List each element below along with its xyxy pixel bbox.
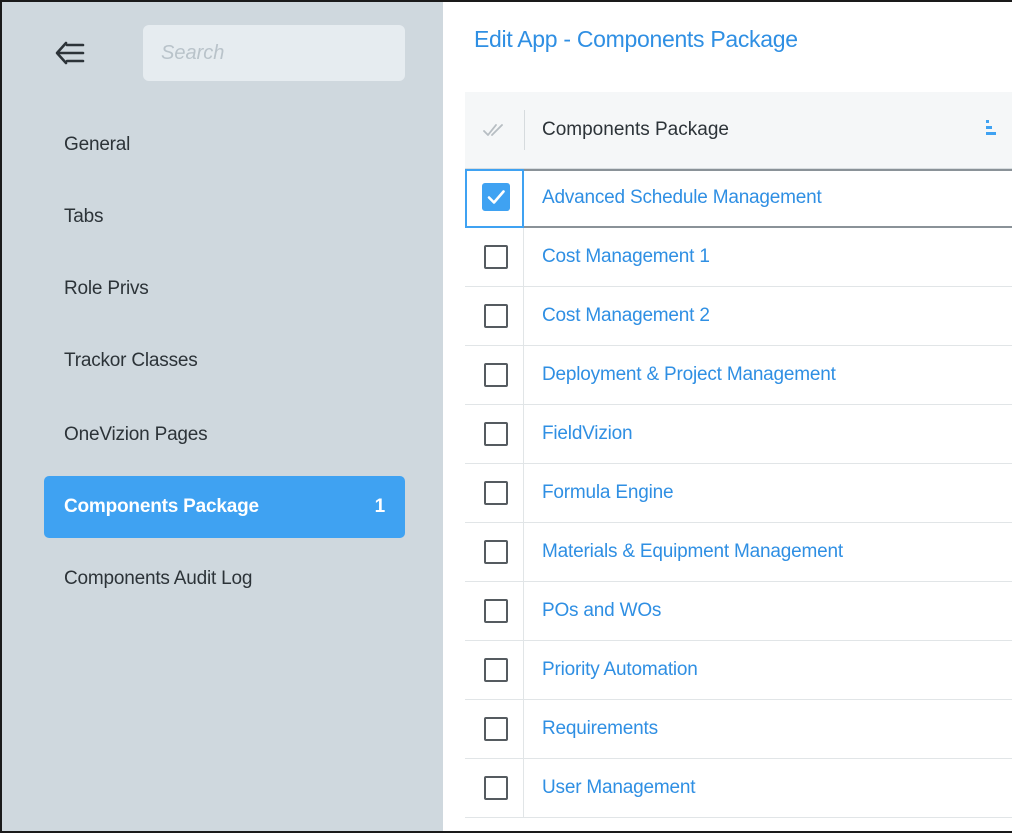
sidebar-item-label: Tabs — [64, 206, 104, 227]
count-badge: 1 — [374, 496, 386, 517]
sidebar: General Tabs Role Privs Trackor Classes … — [2, 2, 443, 831]
row-checkbox[interactable] — [484, 422, 508, 446]
component-link[interactable]: Priority Automation — [542, 641, 698, 699]
row-checkbox[interactable] — [484, 599, 508, 623]
row-checkbox[interactable] — [484, 304, 508, 328]
table-row[interactable]: POs and WOs — [465, 582, 1012, 641]
component-link[interactable]: Formula Engine — [542, 464, 674, 522]
component-link[interactable]: Advanced Schedule Management — [542, 169, 822, 227]
checkmark-icon — [487, 190, 505, 204]
sidebar-item-general[interactable]: General — [44, 114, 405, 176]
grid-header: Components Package — [465, 92, 1012, 169]
sidebar-item-label: OneVizion Pages — [64, 424, 208, 445]
table-row[interactable]: Formula Engine — [465, 464, 1012, 523]
select-all-toggle[interactable] — [465, 92, 524, 168]
component-link[interactable]: Cost Management 2 — [542, 287, 710, 345]
component-link[interactable]: POs and WOs — [542, 582, 661, 640]
sidebar-item-label: General — [64, 134, 131, 155]
arrow-left-icon — [55, 41, 85, 65]
table-row[interactable]: FieldVizion — [465, 405, 1012, 464]
table-row[interactable]: User Management — [465, 759, 1012, 818]
search-input[interactable] — [143, 25, 405, 81]
sidebar-item-trackor-classes[interactable]: Trackor Classes — [44, 330, 405, 392]
component-link[interactable]: Cost Management 1 — [542, 228, 710, 286]
column-divider — [524, 110, 525, 150]
table-row[interactable]: Priority Automation — [465, 641, 1012, 700]
sidebar-item-components-package[interactable]: Components Package 1 — [44, 476, 405, 538]
app-window: General Tabs Role Privs Trackor Classes … — [0, 0, 1012, 833]
components-grid: Components Package Advanced Schedule Man… — [465, 92, 1012, 818]
column-header-components-package[interactable]: Components Package — [542, 92, 729, 168]
table-row[interactable]: Cost Management 2 — [465, 287, 1012, 346]
table-row[interactable]: Advanced Schedule Management — [465, 169, 1012, 228]
sidebar-item-onevizion-pages[interactable]: OneVizion Pages — [44, 404, 405, 466]
collapse-sidebar-button[interactable] — [54, 40, 86, 66]
row-checkbox[interactable] — [484, 776, 508, 800]
component-link[interactable]: Materials & Equipment Management — [542, 523, 843, 581]
row-checkbox[interactable] — [484, 363, 508, 387]
row-checkbox[interactable] — [484, 481, 508, 505]
row-checkbox[interactable] — [484, 245, 508, 269]
sidebar-item-label: Components Package — [64, 496, 259, 517]
sidebar-item-label: Trackor Classes — [64, 350, 198, 371]
row-checkbox[interactable] — [484, 658, 508, 682]
table-row[interactable]: Cost Management 1 — [465, 228, 1012, 287]
sidebar-item-label: Components Audit Log — [64, 568, 253, 589]
table-row[interactable]: Deployment & Project Management — [465, 346, 1012, 405]
sidebar-item-components-audit-log[interactable]: Components Audit Log — [44, 548, 405, 610]
double-check-icon — [482, 124, 503, 136]
table-row[interactable]: Materials & Equipment Management — [465, 523, 1012, 582]
main-content: Edit App - Components Package Components… — [443, 2, 1012, 831]
row-checkbox[interactable] — [484, 540, 508, 564]
sidebar-item-label: Role Privs — [64, 278, 149, 299]
sort-icon[interactable] — [984, 118, 998, 138]
page-title: Edit App - Components Package — [474, 26, 798, 52]
component-link[interactable]: Requirements — [542, 700, 658, 758]
component-link[interactable]: FieldVizion — [542, 405, 633, 463]
sidebar-item-role-privs[interactable]: Role Privs — [44, 258, 405, 320]
row-checkbox[interactable] — [482, 183, 510, 211]
component-link[interactable]: Deployment & Project Management — [542, 346, 836, 404]
table-row[interactable]: Requirements — [465, 700, 1012, 759]
sidebar-item-tabs[interactable]: Tabs — [44, 186, 405, 248]
component-link[interactable]: User Management — [542, 759, 695, 817]
row-checkbox[interactable] — [484, 717, 508, 741]
